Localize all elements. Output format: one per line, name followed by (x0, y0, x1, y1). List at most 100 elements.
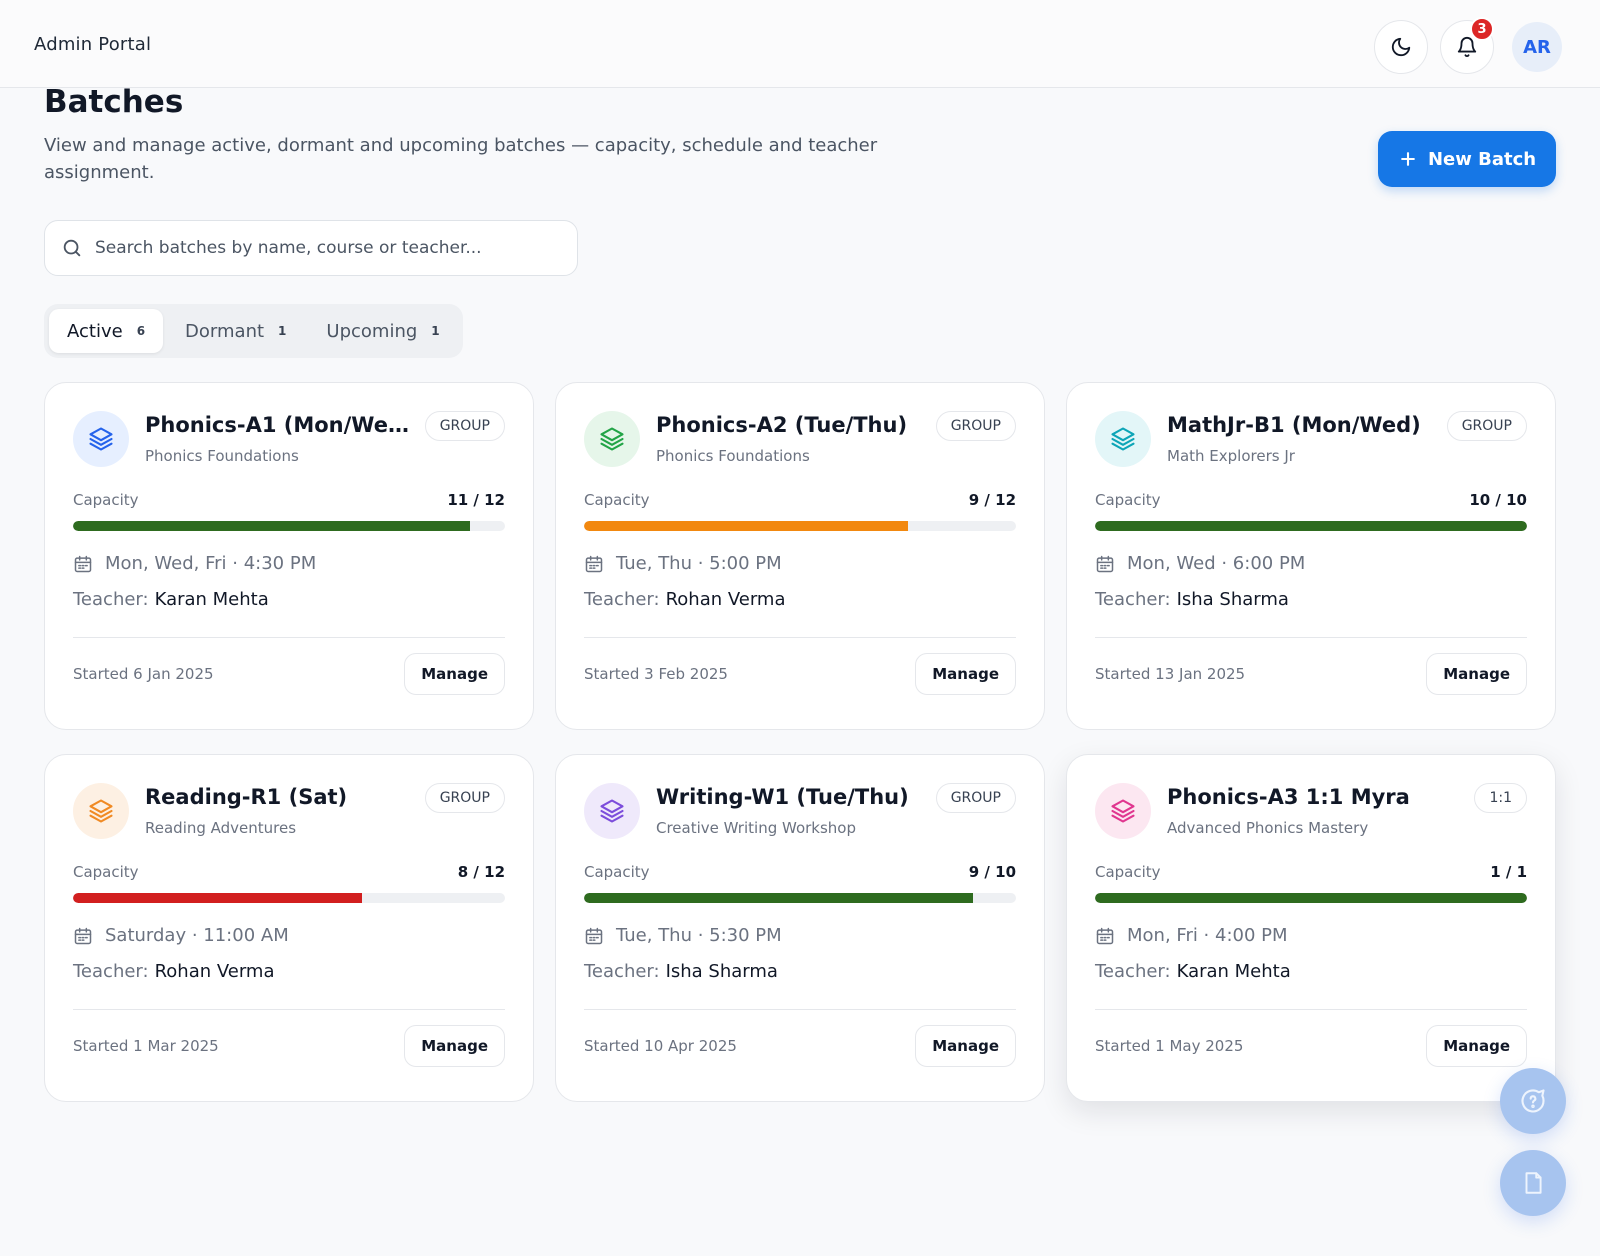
notifications-button[interactable]: 3 (1440, 17, 1494, 74)
schedule: Mon, Wed, Fri · 4:30 PM (73, 553, 316, 574)
batch-type-badge: GROUP (1446, 411, 1527, 441)
layers-icon (600, 799, 624, 823)
batch-icon-badge (584, 783, 640, 839)
batch-icon-badge (1095, 411, 1151, 467)
chat-help-icon (1521, 1089, 1545, 1113)
search-icon (63, 239, 81, 257)
search-box (44, 220, 578, 276)
capacity-label: Capacity (584, 863, 650, 881)
start-date: Started 1 Mar 2025 (73, 1037, 219, 1055)
capacity-bar-fill (73, 521, 471, 531)
course-name: Phonics Foundations (145, 447, 299, 465)
batch-icon-badge (1095, 783, 1151, 839)
teacher-label: Teacher: (584, 589, 660, 610)
batch-name: Phonics-A1 (Mon/Wed... (145, 413, 409, 437)
manage-button[interactable]: Manage (404, 1025, 505, 1067)
card-divider (584, 637, 1016, 638)
layers-icon (1111, 799, 1135, 823)
teacher: Teacher: Isha Sharma (1095, 589, 1289, 610)
manage-button[interactable]: Manage (915, 653, 1016, 695)
notes-button[interactable] (1500, 1150, 1566, 1216)
capacity-bar-fill (584, 521, 908, 531)
tab-dormant[interactable]: Dormant 1 (167, 309, 304, 353)
batch-grid: Phonics-A1 (Mon/Wed... Phonics Foundatio… (44, 382, 1556, 1102)
capacity-value: 9 / 10 (968, 863, 1016, 881)
batch-name: Phonics-A3 1:1 Myra (1167, 785, 1410, 809)
layers-icon (89, 799, 113, 823)
teacher-name: Karan Mehta (154, 589, 269, 610)
new-batch-button[interactable]: New Batch (1378, 131, 1556, 187)
teacher: Teacher: Karan Mehta (73, 589, 269, 610)
start-date: Started 3 Feb 2025 (584, 665, 728, 683)
batch-card: Reading-R1 (Sat) Reading Adventures GROU… (44, 754, 534, 1102)
batch-card: MathJr-B1 (Mon/Wed) Math Explorers Jr GR… (1066, 382, 1556, 730)
batch-name: MathJr-B1 (Mon/Wed) (1167, 413, 1421, 437)
batch-card: Phonics-A2 (Tue/Thu) Phonics Foundations… (555, 382, 1045, 730)
card-divider (73, 637, 505, 638)
card-divider (1095, 1009, 1527, 1010)
teacher: Teacher: Isha Sharma (584, 961, 778, 982)
document-icon (1525, 1172, 1542, 1194)
capacity-bar (1095, 893, 1527, 903)
schedule-text: Tue, Thu · 5:30 PM (616, 925, 782, 946)
brand-title: Admin Portal (34, 34, 152, 55)
schedule-text: Mon, Wed · 6:00 PM (1127, 553, 1306, 574)
tab-active[interactable]: Active 6 (49, 309, 164, 353)
batch-card: Phonics-A3 1:1 Myra Advanced Phonics Mas… (1066, 754, 1556, 1102)
manage-button[interactable]: Manage (1426, 653, 1527, 695)
tab-count: 6 (136, 324, 146, 338)
user-avatar[interactable]: AR (1512, 22, 1562, 72)
tab-label: Dormant (185, 320, 265, 342)
calendar-icon (74, 555, 92, 572)
course-name: Phonics Foundations (656, 447, 810, 465)
teacher: Teacher: Rohan Verma (73, 961, 275, 982)
teacher-name: Isha Sharma (1176, 589, 1289, 610)
header-actions: 3 AR (1374, 17, 1562, 74)
schedule-text: Mon, Fri · 4:00 PM (1127, 925, 1288, 946)
start-date: Started 1 May 2025 (1095, 1037, 1244, 1055)
tab-label: Upcoming (326, 320, 418, 342)
capacity-value: 9 / 12 (968, 491, 1016, 509)
help-chat-button[interactable] (1500, 1068, 1566, 1134)
capacity-bar (584, 893, 1016, 903)
capacity-bar-fill (1095, 521, 1527, 531)
batch-icon-badge (584, 411, 640, 467)
page-subtitle: View and manage active, dormant and upco… (44, 135, 878, 183)
card-divider (584, 1009, 1016, 1010)
teacher-label: Teacher: (1095, 961, 1171, 982)
teacher-label: Teacher: (73, 961, 149, 982)
schedule: Saturday · 11:00 AM (73, 925, 289, 946)
batch-type-badge: GROUP (424, 411, 505, 441)
manage-button[interactable]: Manage (1426, 1025, 1527, 1067)
teacher-label: Teacher: (1095, 589, 1171, 610)
start-date: Started 13 Jan 2025 (1095, 665, 1246, 683)
manage-button[interactable]: Manage (404, 653, 505, 695)
teacher-label: Teacher: (73, 589, 149, 610)
start-date: Started 10 Apr 2025 (584, 1037, 737, 1055)
capacity-value: 11 / 12 (447, 491, 505, 509)
layers-icon (1111, 427, 1135, 451)
capacity-label: Capacity (1095, 863, 1161, 881)
batch-name: Reading-R1 (Sat) (145, 785, 348, 809)
capacity-label: Capacity (1095, 491, 1161, 509)
batch-card: Writing-W1 (Tue/Thu) Creative Writing Wo… (555, 754, 1045, 1102)
calendar-icon (1096, 555, 1114, 572)
manage-button[interactable]: Manage (915, 1025, 1016, 1067)
batch-card: Phonics-A1 (Mon/Wed... Phonics Foundatio… (44, 382, 534, 730)
capacity-bar (584, 521, 1016, 531)
tab-label: Active (67, 320, 123, 342)
start-date: Started 6 Jan 2025 (73, 665, 214, 683)
tab-upcoming[interactable]: Upcoming 1 (308, 309, 457, 353)
schedule-text: Saturday · 11:00 AM (105, 925, 289, 946)
batch-type-badge: 1:1 (1474, 783, 1527, 813)
schedule: Tue, Thu · 5:00 PM (584, 553, 782, 574)
capacity-bar (73, 893, 505, 903)
theme-toggle-button[interactable] (1374, 20, 1428, 74)
tab-count: 1 (278, 324, 287, 338)
card-divider (73, 1009, 505, 1010)
schedule-text: Tue, Thu · 5:00 PM (616, 553, 782, 574)
teacher-name: Karan Mehta (1176, 961, 1291, 982)
search-input[interactable] (95, 238, 555, 258)
top-bar: Admin Portal 3 AR (0, 0, 1600, 88)
page-title: Batches (44, 84, 184, 120)
